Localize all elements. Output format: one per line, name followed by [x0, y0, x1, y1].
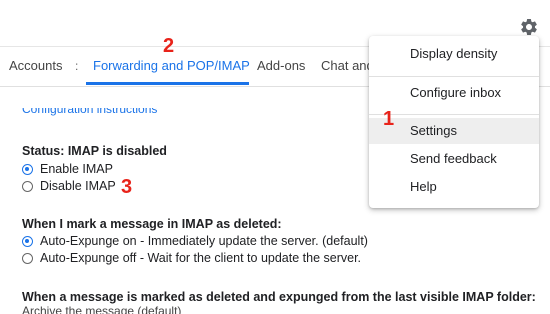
menu-item-help[interactable]: Help: [369, 174, 539, 200]
menu-item-send-feedback[interactable]: Send feedback: [369, 146, 539, 172]
disable-imap-option[interactable]: Disable IMAP: [22, 179, 116, 193]
active-tab-indicator: [86, 82, 249, 85]
tab-chat[interactable]: Chat and: [321, 58, 374, 73]
tab-accounts[interactable]: Accounts: [9, 58, 62, 73]
disable-imap-radio[interactable]: [22, 180, 33, 192]
enable-imap-label: Enable IMAP: [40, 162, 113, 176]
auto-expunge-on-radio[interactable]: [22, 235, 33, 247]
tab-add-ons[interactable]: Add-ons: [257, 58, 305, 73]
disable-imap-label: Disable IMAP: [40, 179, 116, 193]
expunged-section-title: When a message is marked as deleted and …: [22, 290, 536, 304]
gear-icon: [521, 18, 537, 35]
menu-item-display-density[interactable]: Display density: [369, 41, 539, 67]
auto-expunge-off-label: Auto-Expunge off - Wait for the client t…: [40, 251, 362, 265]
auto-expunge-off-option[interactable]: Auto-Expunge off - Wait for the client t…: [22, 251, 361, 265]
annotation-1: 1: [383, 108, 395, 130]
enable-imap-radio[interactable]: [22, 163, 33, 175]
annotation-3: 3: [121, 176, 133, 198]
auto-expunge-off-radio[interactable]: [22, 252, 33, 264]
configuration-instructions-link[interactable]: Configuration instructions: [22, 108, 157, 116]
archive-option-partial[interactable]: Archive the message (default): [22, 304, 181, 314]
auto-expunge-on-option[interactable]: Auto-Expunge on - Immediately update the…: [22, 234, 368, 248]
settings-dropdown-menu: Display density Configure inbox Settings…: [369, 36, 539, 208]
tab-forwarding-pop-imap[interactable]: Forwarding and POP/IMAP: [93, 58, 250, 73]
menu-item-configure-inbox[interactable]: Configure inbox: [369, 80, 539, 106]
menu-divider: [369, 76, 539, 77]
deleted-section-title: When I mark a message in IMAP as deleted…: [22, 217, 282, 231]
imap-status-title: Status: IMAP is disabled: [22, 144, 167, 158]
enable-imap-option[interactable]: Enable IMAP: [22, 162, 113, 176]
menu-item-settings[interactable]: Settings: [369, 118, 539, 144]
annotation-2: 2: [163, 35, 175, 57]
auto-expunge-on-label: Auto-Expunge on - Immediately update the…: [40, 234, 368, 248]
tab-separator: :: [75, 59, 79, 73]
menu-divider: [369, 114, 539, 115]
